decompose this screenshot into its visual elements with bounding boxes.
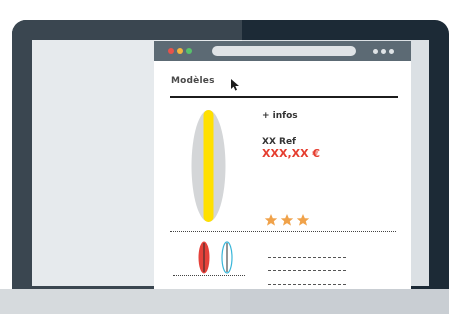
more-menu-dot[interactable] bbox=[373, 49, 378, 54]
section-divider bbox=[170, 231, 396, 232]
maximize-window-button[interactable] bbox=[186, 48, 192, 54]
more-menu-dot[interactable] bbox=[381, 49, 386, 54]
star-icon bbox=[264, 214, 278, 226]
surfboard-icon[interactable] bbox=[191, 109, 226, 223]
thumbnail-underline bbox=[173, 275, 245, 276]
page-title: Modèles bbox=[171, 76, 215, 86]
more-menu-dot[interactable] bbox=[389, 49, 394, 54]
laptop-base-highlight bbox=[0, 289, 230, 314]
browser-window: Modèles + infos XX Ref XXX,XX € bbox=[154, 41, 411, 289]
placeholder-text-line bbox=[268, 284, 346, 285]
placeholder-text-line bbox=[268, 257, 346, 258]
more-info-link[interactable]: + infos bbox=[262, 111, 298, 121]
rating-stars bbox=[264, 214, 310, 226]
browser-titlebar bbox=[154, 41, 411, 61]
surfboard-icon[interactable] bbox=[198, 241, 210, 274]
close-window-button[interactable] bbox=[168, 48, 174, 54]
address-bar[interactable] bbox=[212, 46, 356, 56]
arrow-cursor-icon bbox=[231, 79, 239, 91]
laptop-base bbox=[0, 289, 449, 314]
title-divider bbox=[170, 96, 398, 98]
minimize-window-button[interactable] bbox=[177, 48, 183, 54]
placeholder-text-line bbox=[268, 270, 346, 271]
star-icon bbox=[280, 214, 294, 226]
surfboard-icon[interactable] bbox=[221, 241, 233, 274]
product-price: XXX,XX € bbox=[262, 147, 321, 160]
product-reference: XX Ref bbox=[262, 137, 296, 147]
star-icon bbox=[296, 214, 310, 226]
